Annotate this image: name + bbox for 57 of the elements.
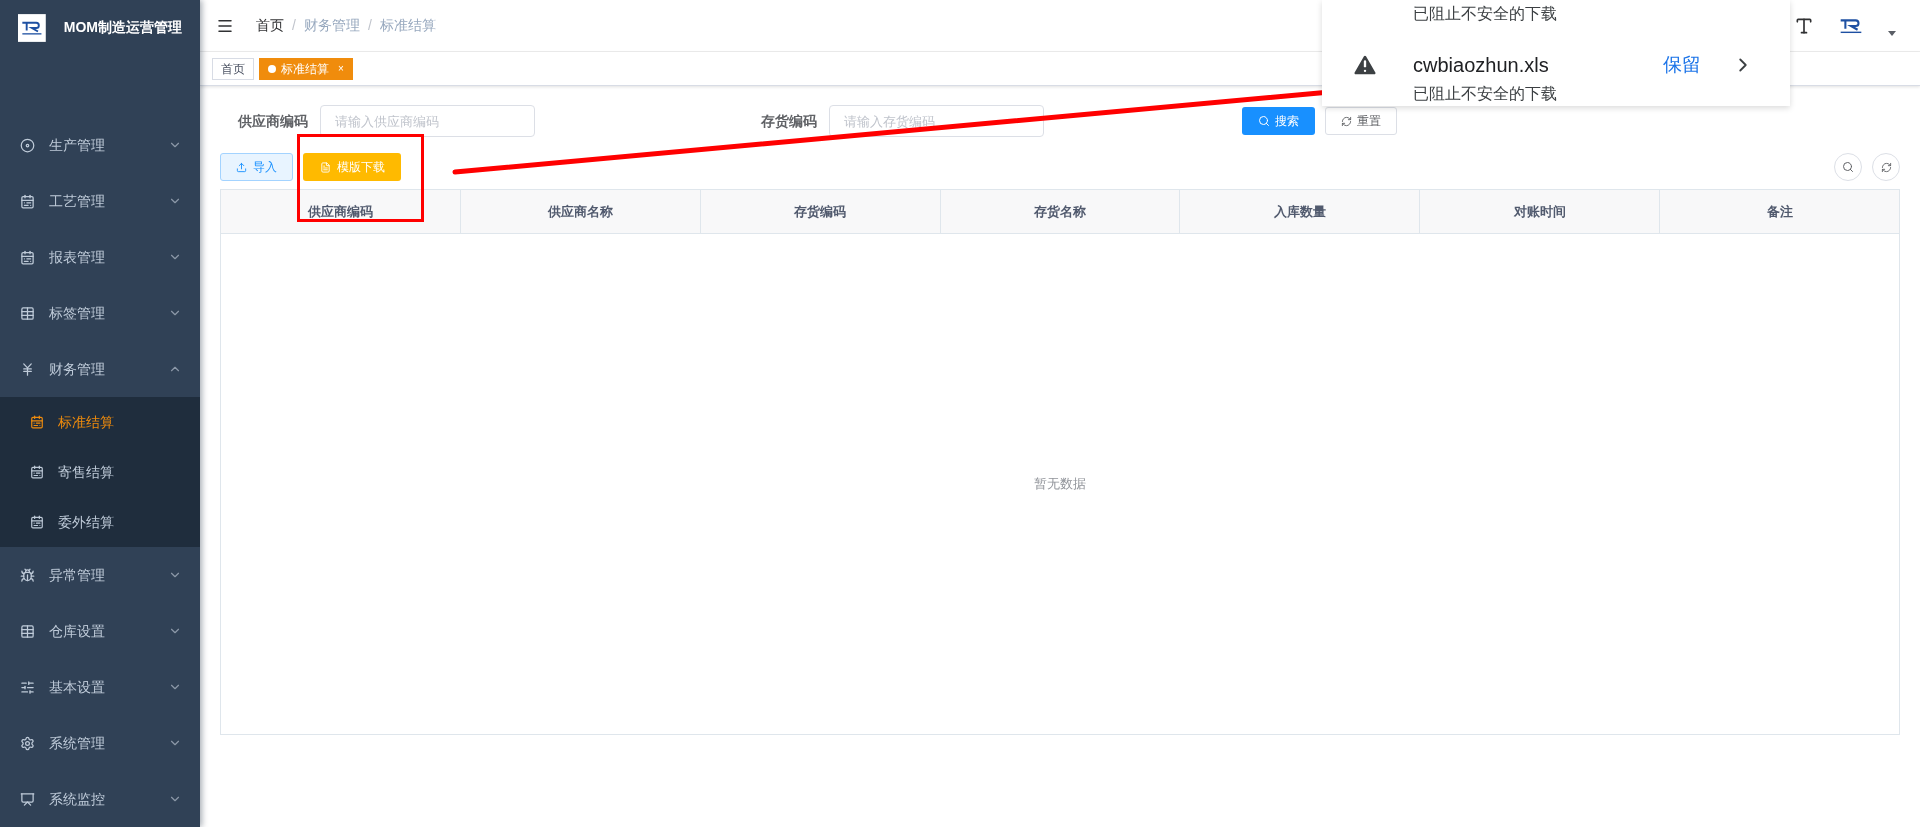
breadcrumb-item[interactable]: 首页 — [256, 15, 284, 36]
sidebar-item[interactable]: 生产管理 — [0, 117, 200, 173]
calendar-icon — [30, 415, 44, 429]
column-header: 存货编码 — [699, 190, 940, 233]
sidebar-item[interactable]: 异常管理 — [0, 547, 200, 603]
field-label: 供应商编码 — [238, 111, 308, 131]
column-header: 供应商名称 — [459, 190, 700, 233]
reset-button[interactable]: 重置 — [1325, 107, 1397, 135]
download-status: 已阻止不安全的下载 — [1413, 84, 1558, 104]
app-title: MOM制造运营管理 — [63, 18, 182, 37]
table-icon — [20, 623, 35, 639]
calendar-icon — [30, 515, 44, 529]
sidebar-item[interactable]: 基本设置 — [0, 659, 200, 715]
empty-text: 暂无数据 — [1034, 475, 1086, 494]
yen-icon — [20, 361, 35, 377]
column-header: 备注 — [1659, 190, 1899, 233]
breadcrumb-item: 财务管理 — [303, 16, 360, 35]
gear-icon — [20, 735, 35, 751]
sidebar-item[interactable]: 仓库设置 — [0, 603, 200, 659]
disc-icon — [20, 137, 35, 153]
calendar-icon — [20, 193, 35, 209]
column-header: 供应商编码 — [306, 202, 374, 221]
sidebar-item[interactable]: 系统管理 — [0, 715, 200, 771]
breadcrumb-separator: / — [292, 16, 296, 35]
bug-icon — [20, 567, 35, 583]
breadcrumb-separator: / — [367, 16, 372, 35]
upload-icon — [236, 161, 247, 173]
submenu-item[interactable]: 委外结算 — [0, 497, 200, 547]
calendar-icon — [20, 249, 35, 265]
page-tab[interactable]: 首页 — [212, 57, 254, 80]
monitor-icon — [20, 791, 35, 807]
keep-link[interactable]: 保留 — [1663, 50, 1701, 80]
submenu-item[interactable]: 寄售结算 — [0, 447, 200, 497]
refresh-icon — [1341, 115, 1352, 127]
logo — [18, 11, 46, 44]
sliders-icon — [20, 679, 35, 695]
sidebar-item[interactable]: 工艺管理 — [0, 173, 200, 229]
file-name: cwbiaozhun.xls — [1413, 53, 1550, 78]
column-header: 对账时间 — [1419, 190, 1660, 233]
search-icon — [1842, 161, 1854, 173]
submenu-item[interactable]: 标准结算 — [0, 397, 200, 447]
search-icon — [1258, 115, 1270, 127]
supplier-code-field[interactable]: 请输入供应商编码 — [320, 105, 535, 137]
sidebar-item[interactable]: 标签管理 — [0, 285, 200, 341]
column-header: 存货名称 — [939, 190, 1180, 233]
field-label: 存货编码 — [761, 111, 817, 131]
document-icon — [319, 161, 331, 173]
refresh-icon — [1880, 161, 1892, 173]
column-header: 入库数量 — [1179, 190, 1420, 233]
table-icon — [20, 305, 35, 321]
sidebar-item[interactable]: 报表管理 — [0, 229, 200, 285]
caret-icon[interactable] — [1888, 31, 1896, 36]
breadcrumb-item: 标准结算 — [379, 16, 436, 35]
sidebar-item[interactable]: 财务管理 — [0, 341, 200, 397]
download-status: 已阻止不安全的下载 — [1413, 4, 1558, 24]
calendar-icon — [30, 465, 44, 479]
sidebar-item[interactable]: 系统监控 — [0, 771, 200, 827]
